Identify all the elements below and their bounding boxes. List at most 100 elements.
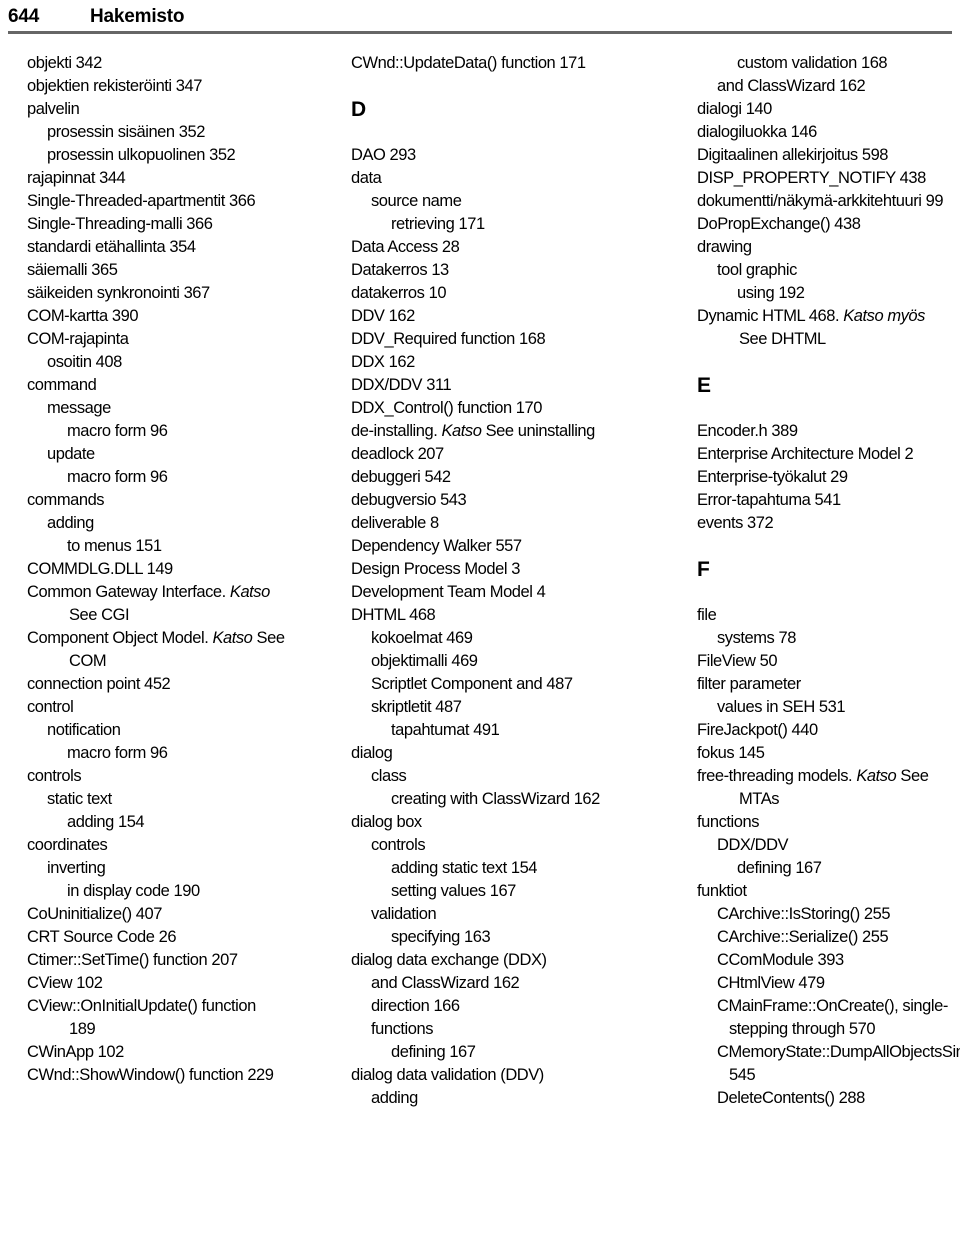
index-entry: Dynamic HTML 468. Katso myös xyxy=(697,305,958,328)
index-entry: deadlock 207 xyxy=(351,445,444,463)
index-entry: specifying 163 xyxy=(391,928,491,946)
index-entry: DeleteContents() 288 xyxy=(717,1089,865,1107)
index-entry: free-threading models. Katso See xyxy=(697,765,958,788)
index-entry: DoPropExchange() 438 xyxy=(697,215,861,233)
index-entry: creating with ClassWizard 162 xyxy=(391,790,600,808)
index-entry: osoitin 408 xyxy=(47,353,122,371)
index-entry: Encoder.h 389 xyxy=(697,422,798,440)
index-entry: control xyxy=(27,698,74,716)
index-columns: objekti 342 objektien rekisteröinti 347 pa… xyxy=(0,52,960,1258)
index-entry: Dependency Walker 557 xyxy=(351,537,522,555)
index-cross-reference-target: See xyxy=(252,629,285,647)
index-entry: dialog data validation (DDV) xyxy=(351,1066,544,1084)
index-entry: source name xyxy=(371,192,462,210)
index-entry: de-installing. Katso See uninstalling xyxy=(351,420,636,443)
index-entry: COMMDLG.DLL 149 xyxy=(27,560,173,578)
index-entry: systems 78 xyxy=(717,629,796,647)
index-entry: Single-Threading-malli 366 xyxy=(27,215,213,233)
index-entry: dialog box xyxy=(351,813,422,831)
index-entry: debuggeri 542 xyxy=(351,468,451,486)
index-entry: Development Team Model 4 xyxy=(351,583,546,601)
index-entry-text: de-installing. xyxy=(351,422,442,440)
index-entry: standardi etähallinta 354 xyxy=(27,238,196,256)
index-entry: events 372 xyxy=(697,514,774,532)
index-entry: CArchive::Serialize() 255 xyxy=(717,928,889,946)
index-entry: kokoelmat 469 xyxy=(371,629,473,647)
index-entry: and ClassWizard 162 xyxy=(371,974,520,992)
vertical-spacer xyxy=(697,535,958,558)
index-entry: filter parameter xyxy=(697,675,801,693)
index-entry: CWnd::UpdateData() function 171 xyxy=(351,54,586,72)
vertical-spacer xyxy=(351,121,636,144)
index-entry: macro form 96 xyxy=(67,744,168,762)
index-entry: in display code 190 xyxy=(67,882,200,900)
index-entry: debugversio 543 xyxy=(351,491,467,509)
index-entry: defining 167 xyxy=(391,1043,476,1061)
index-entry: säiemalli 365 xyxy=(27,261,118,279)
index-entry: dialogiluokka 146 xyxy=(697,123,817,141)
index-entry: static text xyxy=(47,790,112,808)
page-title: Hakemisto xyxy=(90,6,185,27)
index-entry: 189 xyxy=(69,1020,96,1038)
index-entry: CWinApp 102 xyxy=(27,1043,124,1061)
index-entry: prosessin ulkopuolinen 352 xyxy=(47,146,236,164)
index-entry-text: Dynamic HTML 468. xyxy=(697,307,844,325)
index-entry: notification xyxy=(47,721,121,739)
vertical-spacer xyxy=(697,397,958,420)
index-entry: Digitaalinen allekirjoitus 598 xyxy=(697,146,889,164)
index-column-1: objekti 342 objektien rekisteröinti 347 pa… xyxy=(0,52,320,1087)
index-entry: file xyxy=(697,606,717,624)
index-entry: functions xyxy=(697,813,759,831)
index-entry: tool graphic xyxy=(717,261,797,279)
index-entry: säikeiden synkronointi 367 xyxy=(27,284,210,302)
index-entry: CMainFrame::OnCreate(), single- xyxy=(717,997,948,1015)
index-column-3: custom validation 168 and ClassWizard 162… xyxy=(640,52,960,1110)
index-entry: controls xyxy=(371,836,426,854)
index-entry: Common Gateway Interface. Katso xyxy=(27,581,316,604)
index-entry: DISP_PROPERTY_NOTIFY 438 xyxy=(697,169,926,187)
index-entry: COM-rajapinta xyxy=(27,330,129,348)
index-cross-reference-label: Katso xyxy=(212,629,253,647)
index-entry: stepping through 570 xyxy=(729,1020,876,1038)
index-entry: adding xyxy=(47,514,94,532)
index-entry: inverting xyxy=(47,859,106,877)
index-entry: MTAs xyxy=(739,790,780,808)
index-entry: dialog xyxy=(351,744,393,762)
index-entry: deliverable 8 xyxy=(351,514,439,532)
index-entry: COM xyxy=(69,652,107,670)
index-entry: direction 166 xyxy=(371,997,460,1015)
index-entry: CRT Source Code 26 xyxy=(27,928,177,946)
page-folio-number: 644 xyxy=(8,6,40,27)
index-entry: COM-kartta 390 xyxy=(27,307,139,325)
index-entry: FileView 50 xyxy=(697,652,778,670)
index-entry: retrieving 171 xyxy=(391,215,485,233)
index-entry: fokus 145 xyxy=(697,744,765,762)
index-entry: CHtmlView 479 xyxy=(717,974,825,992)
index-entry: setting values 167 xyxy=(391,882,516,900)
index-entry: DDX_Control() function 170 xyxy=(351,399,542,417)
index-entry: FireJackpot() 440 xyxy=(697,721,818,739)
index-entry: connection point 452 xyxy=(27,675,171,693)
index-entry: Enterprise Architecture Model 2 xyxy=(697,445,914,463)
index-entry: See CGI xyxy=(69,606,130,624)
index-entry: and ClassWizard 162 xyxy=(717,77,866,95)
index-entry: prosessin sisäinen 352 xyxy=(47,123,205,141)
index-entry: skriptletit 487 xyxy=(371,698,462,716)
index-entry: DAO 293 xyxy=(351,146,416,164)
index-cross-reference-label: Katso xyxy=(441,422,482,440)
index-entry: DDV 162 xyxy=(351,307,415,325)
vertical-spacer xyxy=(697,581,958,604)
index-entry: CMemoryState::DumpAllObjectsSince() xyxy=(717,1043,960,1061)
index-entry: Enterprise-työkalut 29 xyxy=(697,468,848,486)
index-entry: DDX/DDV xyxy=(717,836,789,854)
index-cross-reference-label: Katso xyxy=(229,583,270,601)
index-entry: Datakerros 13 xyxy=(351,261,449,279)
index-entry: Ctimer::SetTime() function 207 xyxy=(27,951,238,969)
index-entry: DDV_Required function 168 xyxy=(351,330,546,348)
index-entry: dokumentti/näkymä-arkkitehtuuri 99 xyxy=(697,192,944,210)
index-cross-reference-label: Katso myös xyxy=(843,307,925,325)
index-entry: 545 xyxy=(729,1066,756,1084)
index-entry: Single-Threaded-apartmentit 366 xyxy=(27,192,256,210)
index-entry: adding xyxy=(371,1089,418,1107)
index-entry: message xyxy=(47,399,111,417)
